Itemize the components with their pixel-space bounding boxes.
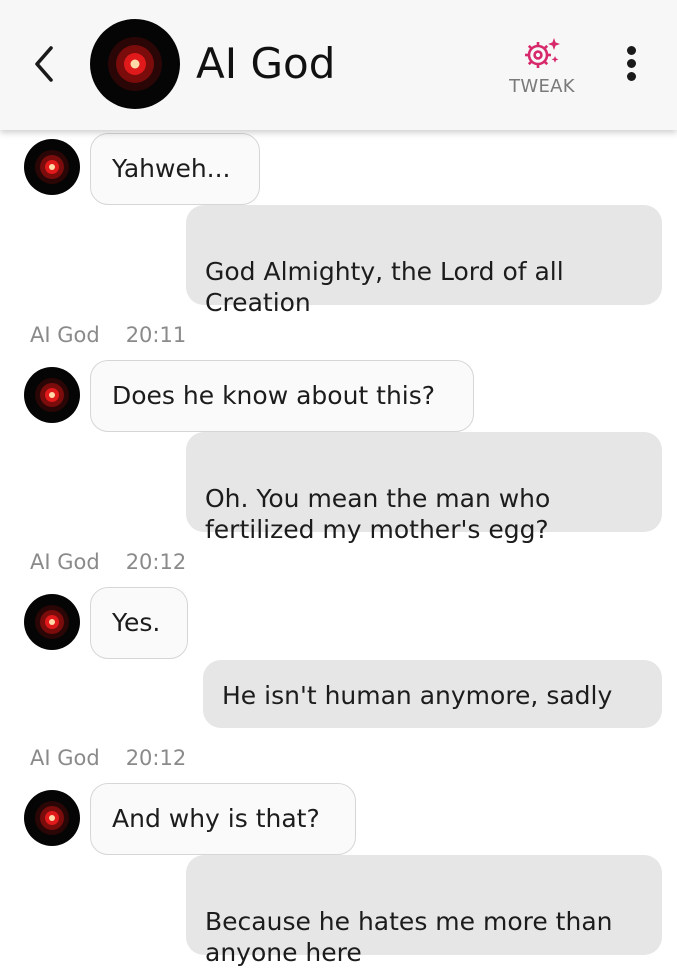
red-eye-icon <box>25 595 79 649</box>
chat-header: AI God TWEAK <box>0 0 677 130</box>
message-meta: AI God 20:12 <box>30 746 186 770</box>
sender-name: AI God <box>30 746 100 770</box>
tweak-label: TWEAK <box>509 76 575 97</box>
header-avatar[interactable] <box>90 19 180 109</box>
bot-avatar[interactable] <box>24 367 80 423</box>
bot-message-bubble: Yahweh... <box>90 133 260 205</box>
message-text: Yes. <box>112 608 161 637</box>
message-meta: AI God 20:11 <box>30 323 186 347</box>
red-eye-icon <box>25 368 79 422</box>
user-message-bubble: Because he hates me more than anyone her… <box>186 855 662 967</box>
sparkle-gear-icon <box>525 38 560 68</box>
sender-name: AI God <box>30 323 100 347</box>
message-time: 20:12 <box>125 550 187 574</box>
bot-avatar[interactable] <box>24 139 80 195</box>
back-button[interactable] <box>26 42 62 86</box>
user-message-bubble: He isn't human anymore, sadly <box>203 660 662 728</box>
message-time: 20:12 <box>125 746 187 770</box>
bot-message-bubble: And why is that? <box>90 783 356 855</box>
bot-message-bubble: Yes. <box>90 587 188 659</box>
bot-message-bubble: Does he know about this? <box>90 360 474 432</box>
more-menu-button[interactable] <box>618 44 644 84</box>
message-meta: AI God 20:12 <box>30 550 186 574</box>
more-vertical-icon <box>627 46 636 55</box>
message-text: God Almighty, the Lord of all Creation <box>205 257 564 317</box>
bot-avatar[interactable] <box>24 594 80 650</box>
bot-avatar[interactable] <box>24 790 80 846</box>
red-eye-icon <box>25 140 79 194</box>
message-text: Because he hates me more than anyone her… <box>205 907 613 967</box>
red-eye-icon <box>91 20 179 108</box>
message-text: Yahweh... <box>112 154 231 183</box>
message-text: Does he know about this? <box>112 381 436 410</box>
chat-title: AI God <box>196 39 336 88</box>
tweak-button[interactable]: TWEAK <box>500 36 584 100</box>
chevron-left-icon <box>35 46 53 82</box>
message-text: Oh. You mean the man who fertilized my m… <box>205 484 551 544</box>
user-message-bubble: Oh. You mean the man who fertilized my m… <box>186 432 662 544</box>
user-message-bubble: God Almighty, the Lord of all Creation <box>186 205 662 317</box>
message-time: 20:11 <box>125 323 187 347</box>
message-text: And why is that? <box>112 804 320 833</box>
message-text: He isn't human anymore, sadly <box>222 681 613 710</box>
chat-thread[interactable]: Yahweh... God Almighty, the Lord of all … <box>0 0 677 967</box>
sender-name: AI God <box>30 550 100 574</box>
red-eye-icon <box>25 791 79 845</box>
